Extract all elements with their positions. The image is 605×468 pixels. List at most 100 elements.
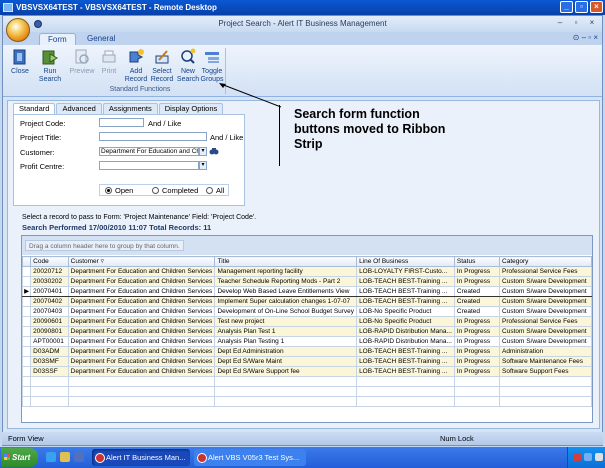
cell-lob[interactable]: LOB-TEACH BEST-Training ... [356, 296, 455, 307]
cell-category[interactable]: Software Maintenance Fees [499, 356, 592, 367]
cell-category[interactable]: Custom S/ware Development [499, 276, 592, 287]
project-title-input[interactable] [99, 132, 207, 141]
quick-launch-desktop-icon[interactable] [74, 452, 84, 462]
minimize-button[interactable]: _ [560, 1, 573, 13]
cell-status[interactable]: In Progress [453, 326, 501, 337]
maximize-button[interactable]: ▫ [575, 1, 588, 13]
print-button[interactable]: Print [94, 48, 124, 76]
cell-customer[interactable]: Department For Education and Children Se… [67, 336, 216, 347]
cell-code[interactable]: 20090601 [30, 316, 69, 327]
table-row[interactable]: 20020712 Department For Education and Chi… [21, 266, 592, 277]
cell-status[interactable]: In Progress [453, 266, 501, 277]
cell-customer[interactable]: Department For Education and Children Se… [67, 316, 216, 327]
tab-form[interactable]: Form [39, 33, 76, 45]
cell-code[interactable]: 20070402 [30, 296, 69, 307]
cell-lob[interactable]: LOB-TEACH BEST-Training ... [356, 286, 455, 297]
radio-open[interactable]: Open [105, 186, 133, 195]
tray-volume-icon[interactable] [595, 453, 603, 461]
toggle-groups-button[interactable]: Toggle Groups [197, 48, 227, 84]
cell-title[interactable]: Analysis Plan Testing 1 [214, 336, 358, 347]
app-minimize-button[interactable]: – [553, 17, 567, 29]
cell-category[interactable]: Administration [499, 346, 592, 357]
cell-lob[interactable]: LOB-TEACH BEST-Training ... [356, 356, 455, 367]
cell-customer[interactable]: Department For Education and Children Se… [67, 356, 216, 367]
tray-network-icon[interactable] [584, 453, 592, 461]
table-row[interactable]: 20090601 Department For Education and Chi… [21, 316, 592, 327]
binoculars-icon[interactable] [209, 146, 219, 156]
close-form-button[interactable]: Close [5, 48, 35, 76]
radio-all-indicator[interactable] [206, 187, 213, 194]
cell-lob[interactable]: LOB-RAPID Distribution Mana... [356, 336, 455, 347]
cell-title[interactable]: Dept Ed Administration [214, 346, 358, 357]
cell-code[interactable]: 20030202 [30, 276, 69, 287]
table-row[interactable]: D03SSF Department For Education and Child… [21, 366, 592, 377]
task-alert-vbs-test[interactable]: Alert VBS V05r3 Test Sys... [194, 449, 306, 466]
cell-title[interactable]: Analysis Plan Test 1 [214, 326, 358, 337]
cell-title[interactable]: Dept Ed S/Ware Maint [214, 356, 358, 367]
cell-customer[interactable]: Department For Education and Children Se… [67, 276, 216, 287]
cell-category[interactable]: Custom S/ware Development [499, 326, 592, 337]
close-window-button[interactable]: × [590, 1, 603, 13]
cell-code[interactable]: 20090801 [30, 326, 69, 337]
radio-completed[interactable]: Completed [152, 186, 198, 195]
cell-customer[interactable]: Department For Education and Children Se… [67, 286, 216, 297]
start-button[interactable]: Start [1, 448, 38, 467]
help-icon[interactable]: ⊙ – ▫ × [573, 33, 598, 42]
tab-assignments[interactable]: Assignments [102, 103, 158, 114]
cell-status[interactable]: Created [453, 306, 501, 317]
cell-status[interactable]: In Progress [453, 316, 501, 327]
preview-button[interactable]: Preview [67, 48, 97, 76]
table-row[interactable]: D03SMF Department For Education and Child… [21, 356, 592, 367]
cell-status[interactable]: In Progress [453, 356, 501, 367]
table-row[interactable]: APT00001 Department For Education and Chi… [21, 336, 592, 347]
cell-category[interactable]: Professional Service Fees [499, 266, 592, 277]
cell-code[interactable]: D03SMF [30, 356, 69, 367]
cell-lob[interactable]: LOB-TEACH BEST-Training ... [356, 346, 455, 357]
cell-customer[interactable]: Department For Education and Children Se… [67, 266, 216, 277]
cell-code[interactable]: APT00001 [30, 336, 69, 347]
cell-lob[interactable]: LOB-RAPID Distribution Mana... [356, 326, 455, 337]
column-header-status[interactable]: Status [453, 256, 501, 267]
app-close-button[interactable]: × [585, 17, 599, 29]
column-header-customer[interactable]: Customer ▿ [67, 256, 216, 267]
cell-code[interactable]: D03SSF [30, 366, 69, 377]
cell-title[interactable]: Teacher Schedule Reporting Mods - Part 2 [214, 276, 358, 287]
cell-category[interactable]: Professional Service Fees [499, 316, 592, 327]
tab-standard[interactable]: Standard [13, 103, 56, 114]
row-indicator[interactable] [21, 346, 32, 357]
row-indicator[interactable] [21, 266, 32, 277]
table-row[interactable]: 20030202 Department For Education and Chi… [21, 276, 592, 287]
cell-status[interactable]: In Progress [453, 336, 501, 347]
cell-status[interactable]: In Progress [453, 346, 501, 357]
row-indicator[interactable] [21, 296, 32, 307]
cell-customer[interactable]: Department For Education and Children Se… [67, 296, 216, 307]
cell-status[interactable]: In Progress [453, 276, 501, 287]
profit-centre-select[interactable] [99, 161, 199, 170]
profit-centre-dropdown-button[interactable]: ▾ [199, 161, 207, 170]
cell-category[interactable]: Custom S/ware Development [499, 296, 592, 307]
cell-category[interactable]: Custom S/ware Development [499, 306, 592, 317]
customer-dropdown-button[interactable]: ▾ [199, 147, 207, 156]
cell-code[interactable]: 20070403 [30, 306, 69, 317]
cell-title[interactable]: Test new project [214, 316, 358, 327]
cell-title[interactable]: Management reporting facility [214, 266, 358, 277]
table-row[interactable]: ▶ 20070401 Department For Education and Ch… [21, 286, 592, 297]
cell-title[interactable]: Implement Super calculation changes 1-07… [214, 296, 358, 307]
cell-status[interactable]: Created [453, 296, 501, 307]
application-orb-button[interactable] [6, 18, 30, 42]
tab-advanced[interactable]: Advanced [56, 103, 102, 114]
quick-access-icon[interactable] [34, 20, 42, 28]
row-indicator[interactable] [21, 276, 32, 287]
radio-all[interactable]: All [206, 186, 224, 195]
project-title-and-like[interactable]: And / Like [210, 133, 243, 142]
project-code-and-like[interactable]: And / Like [148, 119, 181, 128]
column-header-line-of-business[interactable]: Line Of Business [356, 256, 455, 267]
cell-lob[interactable]: LOB-TEACH BEST-Training ... [356, 366, 455, 377]
row-indicator[interactable] [21, 356, 32, 367]
table-row[interactable]: 20070402 Department For Education and Chi… [21, 296, 592, 307]
cell-status[interactable]: Created [453, 286, 501, 297]
row-indicator[interactable] [21, 336, 32, 347]
cell-customer[interactable]: Department For Education and Children Se… [67, 326, 216, 337]
cell-customer[interactable]: Department For Education and Children Se… [67, 306, 216, 317]
run-search-button[interactable]: Run Search [35, 48, 65, 84]
